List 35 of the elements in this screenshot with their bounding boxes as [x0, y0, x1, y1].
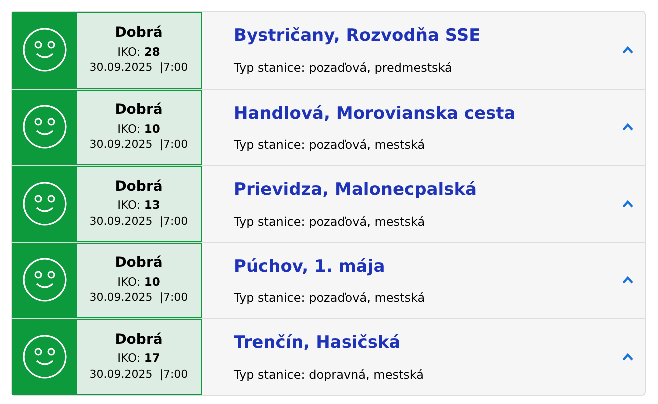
station-type: Typ stanice: dopravná, mestská	[234, 366, 426, 384]
station-name-link[interactable]: Prievidza, Malonecpalská	[234, 178, 617, 204]
measurement-time: 30.09.2025 |7:00	[90, 291, 188, 306]
caret-up-icon	[622, 46, 634, 54]
station-type: Typ stanice: pozaďová, predmestská	[234, 60, 454, 76]
smiley-icon	[22, 27, 68, 74]
iko-value: IKO: 28	[118, 44, 160, 60]
station-type: Typ stanice: pozaďová, mestská	[234, 137, 426, 154]
quality-label: Dobrá	[115, 102, 163, 120]
caret-up-icon	[622, 352, 634, 361]
station-name-link[interactable]: Trenčín, Hasičská	[234, 331, 617, 356]
smiley-icon	[22, 104, 68, 150]
measurement-time: 30.09.2025 |7:00	[90, 214, 188, 229]
station-name-link[interactable]: Bystričany, Rozvodňa SSE	[234, 24, 617, 50]
iko-value: IKO: 13	[118, 198, 160, 213]
caret-up-icon	[622, 123, 634, 132]
caret-up-icon	[622, 200, 634, 208]
iko-value: IKO: 10	[118, 274, 160, 290]
iko-value: IKO: 10	[118, 122, 160, 136]
measurement-time: 30.09.2025 |7:00	[90, 61, 188, 76]
measurement-time: 30.09.2025 |7:00	[90, 368, 188, 382]
quality-label: Dobrá	[115, 25, 163, 43]
quality-label: Dobrá	[115, 332, 163, 350]
measurement-time: 30.09.2025 |7:00	[90, 138, 188, 152]
quality-label: Dobrá	[115, 255, 163, 273]
station-name-link[interactable]: Handlová, Morovianska cesta	[234, 102, 617, 127]
station-type: Typ stanice: pozaďová, mestská	[234, 290, 426, 307]
station-type: Typ stanice: pozaďová, mestská	[234, 214, 426, 230]
smiley-icon	[22, 257, 68, 304]
station-name-link[interactable]: Púchov, 1. mája	[234, 254, 617, 280]
quality-label: Dobrá	[115, 178, 163, 196]
iko-value: IKO: 17	[118, 351, 160, 366]
caret-up-icon	[622, 276, 634, 284]
smiley-icon	[22, 334, 68, 380]
smiley-icon	[22, 180, 68, 227]
